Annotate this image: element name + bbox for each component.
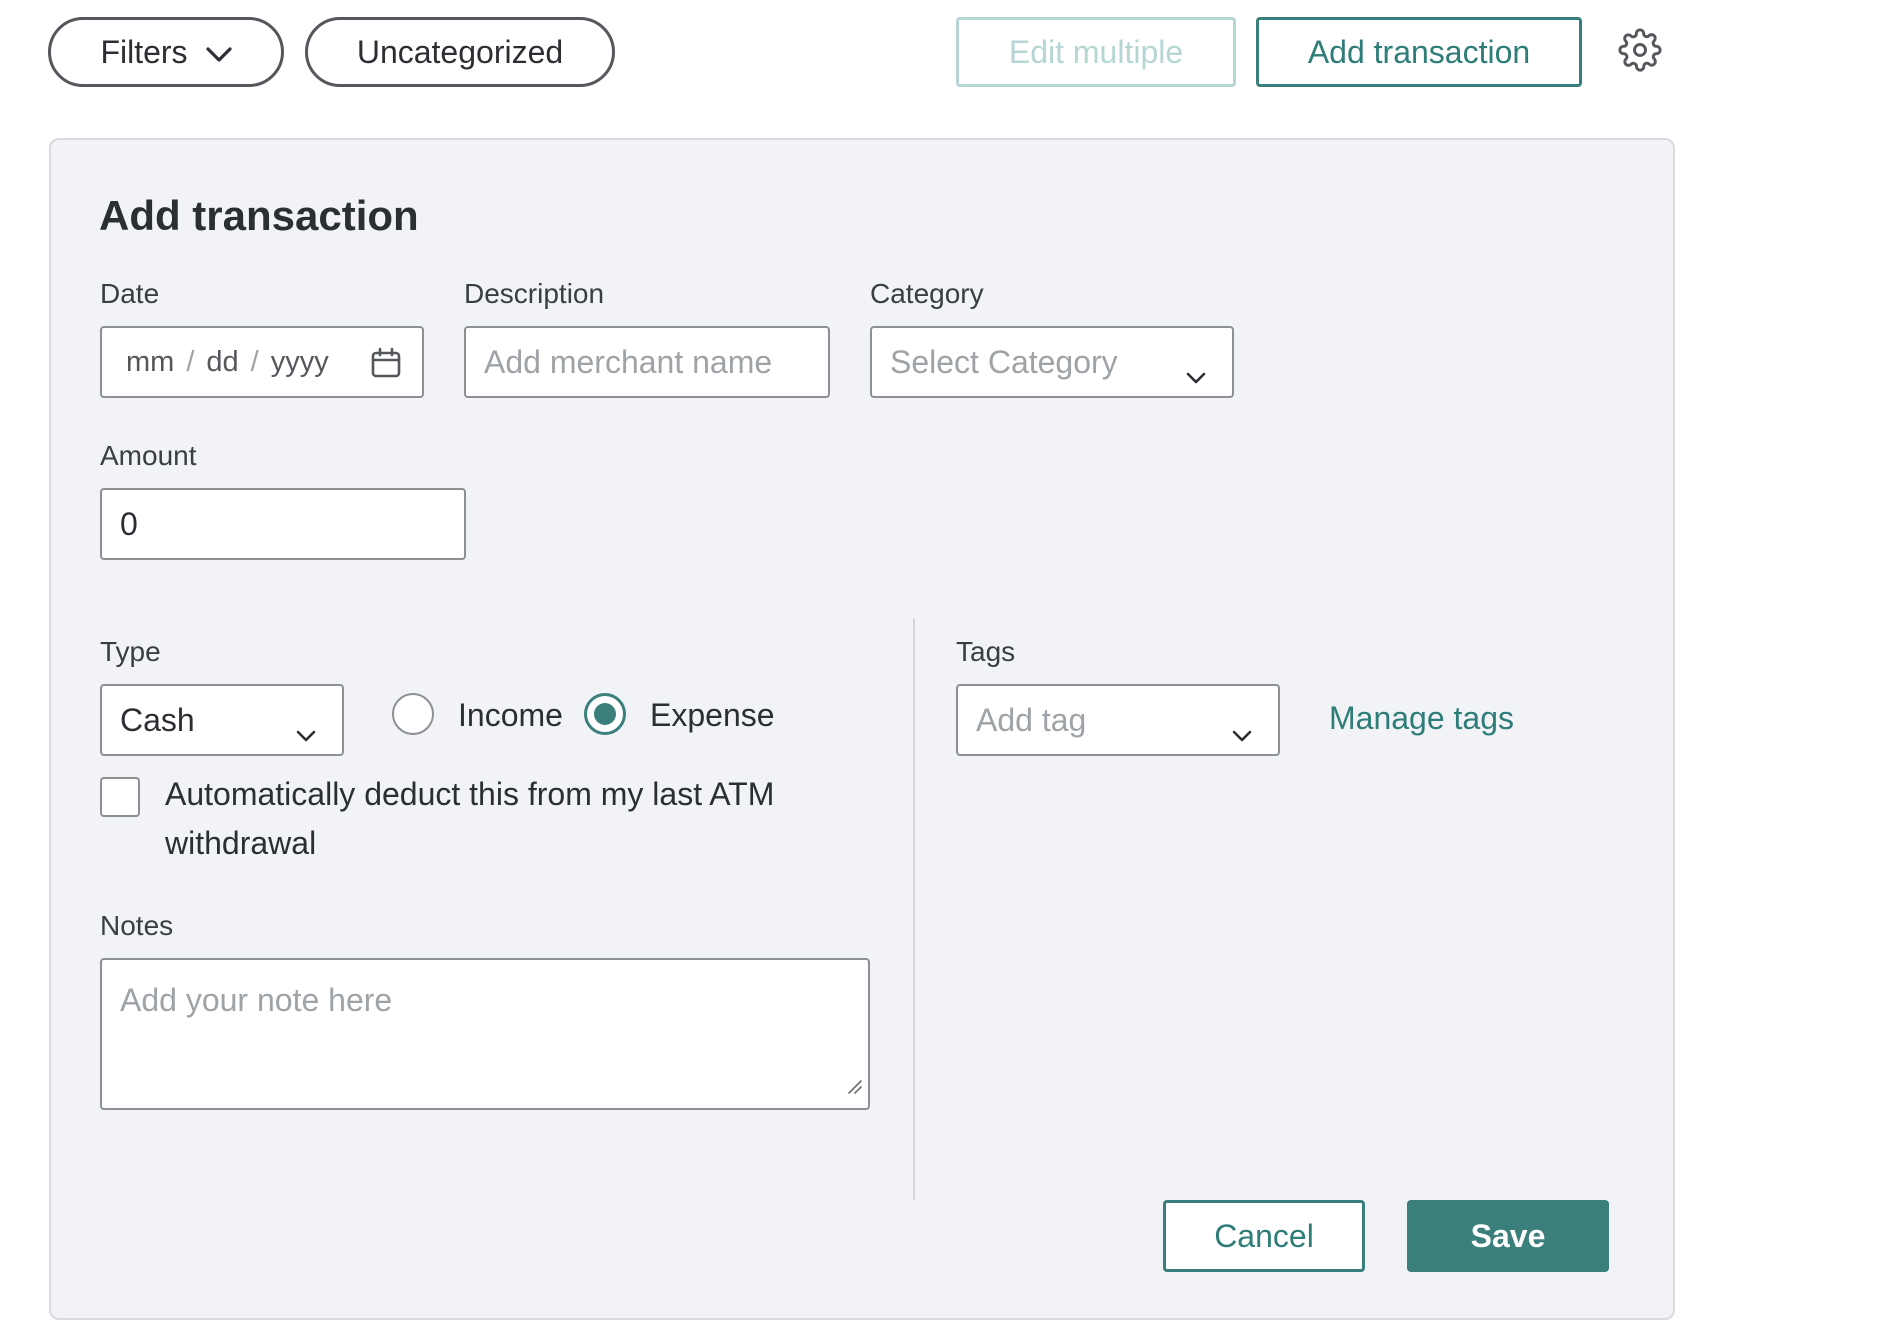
expense-radio[interactable] — [584, 693, 626, 735]
settings-button[interactable] — [1616, 27, 1664, 77]
income-radio-label[interactable]: Income — [458, 697, 563, 734]
notes-textarea[interactable]: Add your note here — [100, 958, 870, 1110]
save-button[interactable]: Save — [1407, 1200, 1609, 1272]
cancel-label: Cancel — [1214, 1217, 1314, 1254]
add-transaction-button[interactable]: Add transaction — [1256, 17, 1582, 87]
category-placeholder: Select Category — [890, 343, 1118, 380]
chevron-down-icon — [296, 714, 316, 751]
filters-label: Filters — [100, 33, 188, 70]
date-input[interactable]: mm / dd / yyyy — [100, 326, 424, 398]
description-input[interactable]: Add merchant name — [464, 326, 830, 398]
edit-multiple-label: Edit multiple — [1008, 33, 1184, 70]
add-transaction-label: Add transaction — [1307, 33, 1531, 70]
column-divider — [913, 618, 915, 1200]
expense-radio-label[interactable]: Expense — [650, 697, 775, 734]
type-value: Cash — [120, 701, 195, 738]
manage-tags-link[interactable]: Manage tags — [1329, 700, 1514, 737]
category-select[interactable]: Select Category — [870, 326, 1234, 398]
amount-label: Amount — [100, 440, 197, 471]
tags-select[interactable]: Add tag — [956, 684, 1280, 756]
resize-handle-icon[interactable] — [846, 1065, 862, 1102]
tags-label: Tags — [956, 636, 1016, 667]
date-day-placeholder: dd — [206, 345, 239, 378]
category-label: Category — [870, 278, 984, 309]
date-separator: / — [250, 345, 259, 378]
date-separator: / — [186, 345, 195, 378]
auto-deduct-checkbox[interactable] — [100, 777, 140, 817]
date-label: Date — [100, 278, 160, 309]
auto-deduct-label[interactable]: Automatically deduct this from my last A… — [165, 770, 845, 868]
chevron-down-icon — [1186, 356, 1206, 393]
filters-button[interactable]: Filters — [48, 17, 284, 87]
edit-multiple-button[interactable]: Edit multiple — [956, 17, 1236, 87]
type-select[interactable]: Cash — [100, 684, 344, 756]
calendar-icon[interactable] — [370, 347, 402, 387]
notes-placeholder: Add your note here — [120, 982, 393, 1018]
date-year-placeholder: yyyy — [270, 345, 329, 378]
save-label: Save — [1470, 1217, 1546, 1254]
panel-title: Add transaction — [99, 192, 419, 239]
uncategorized-button[interactable]: Uncategorized — [305, 17, 615, 87]
chevron-down-icon — [1232, 714, 1252, 751]
description-label: Description — [464, 278, 605, 309]
income-radio[interactable] — [392, 693, 434, 735]
notes-label: Notes — [100, 910, 174, 941]
add-transaction-panel: Add transaction Date mm / dd / yyyy Desc… — [49, 138, 1675, 1320]
description-placeholder: Add merchant name — [484, 343, 773, 380]
type-label: Type — [100, 636, 161, 667]
tags-placeholder: Add tag — [976, 701, 1087, 738]
uncategorized-label: Uncategorized — [356, 33, 564, 70]
amount-input[interactable]: 0 — [100, 488, 466, 560]
chevron-down-icon — [205, 34, 232, 71]
cancel-button[interactable]: Cancel — [1163, 1200, 1365, 1272]
date-month-placeholder: mm — [126, 345, 175, 378]
amount-value: 0 — [120, 505, 138, 542]
gear-icon — [1618, 27, 1662, 77]
